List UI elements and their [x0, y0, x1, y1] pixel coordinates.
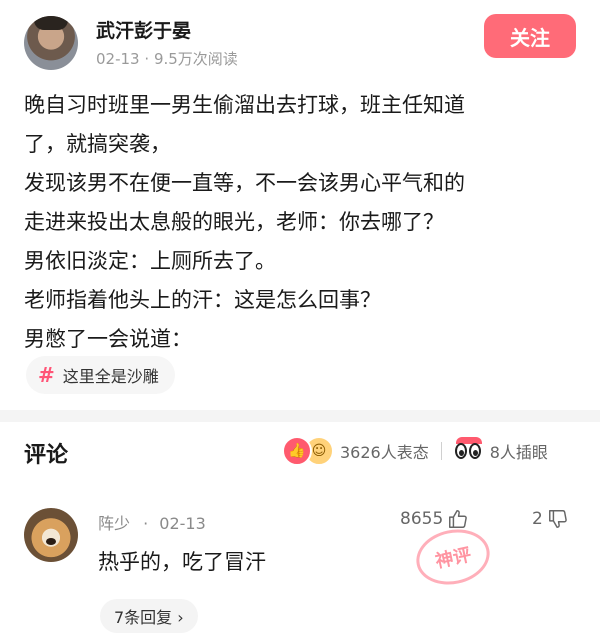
comment-user-line: 阵少 · 02-13: [98, 514, 206, 533]
post-line: 老师指着他头上的汗：这是怎么回事？: [24, 288, 381, 312]
post-line: 晚自习时班里一男生偷溜出去打球，班主任知道: [24, 93, 465, 117]
post-line: 男憋了一会说道：: [24, 327, 192, 351]
comment-like-button[interactable]: 8655: [400, 508, 469, 530]
comments-title: 评论: [24, 443, 69, 468]
post-date: 02-13: [96, 50, 140, 68]
section-divider: [0, 410, 600, 422]
comment-dislike-button[interactable]: 2: [532, 508, 569, 530]
post-line: 走进来投出太息般的眼光，老师：你去哪了？: [24, 210, 444, 234]
author-name[interactable]: 武汗彭于晏: [96, 16, 191, 43]
reactions-count: 3626人表态: [340, 443, 429, 462]
eyes-icon: [454, 437, 484, 462]
comment-username[interactable]: 阵少: [98, 514, 130, 533]
comment-dislike-count: 2: [532, 509, 543, 529]
like-reaction-icon: 👍: [282, 436, 312, 466]
meta-separator: ·: [144, 50, 150, 68]
view-count: 9.5万次阅读: [153, 50, 238, 68]
hot-comment-stamp: 神评: [411, 522, 495, 592]
post-line: 男依旧淡定：上厕所去了。: [24, 249, 276, 273]
topic-tag[interactable]: # 这里全是沙雕: [26, 356, 175, 394]
post-line: 发现该男不在便一直等，不一会该男心平气和的: [24, 171, 465, 195]
comment-like-count: 8655: [400, 509, 444, 529]
post-line: 了，就搞突袭，: [24, 132, 171, 156]
eyes-count: 8人插眼: [489, 443, 548, 462]
comment-date: 02-13: [159, 514, 206, 533]
post-header: 武汗彭于晏 02-13 · 9.5万次阅读 关注: [0, 0, 600, 80]
post-body: 晚自习时班里一男生偷溜出去打球，班主任知道 了，就搞突袭， 发现该男不在便一直等…: [24, 86, 580, 359]
topic-tag-label: 这里全是沙雕: [62, 367, 159, 386]
thumb-up-icon: [449, 510, 468, 528]
follow-button[interactable]: 关注: [484, 14, 576, 58]
author-avatar[interactable]: [24, 16, 78, 70]
thumb-down-icon: [548, 510, 567, 528]
reactions-separator: [440, 442, 442, 460]
hash-icon: #: [38, 363, 55, 387]
comment-text: 热乎的，吃了冒汗: [98, 550, 266, 574]
post-meta: 02-13 · 9.5万次阅读: [96, 48, 238, 69]
reactions-summary[interactable]: 👍 ☺ 3626人表态 8人插眼: [282, 436, 548, 466]
view-replies-button[interactable]: 7条回复 ›: [100, 599, 198, 633]
commenter-avatar[interactable]: [24, 508, 78, 562]
